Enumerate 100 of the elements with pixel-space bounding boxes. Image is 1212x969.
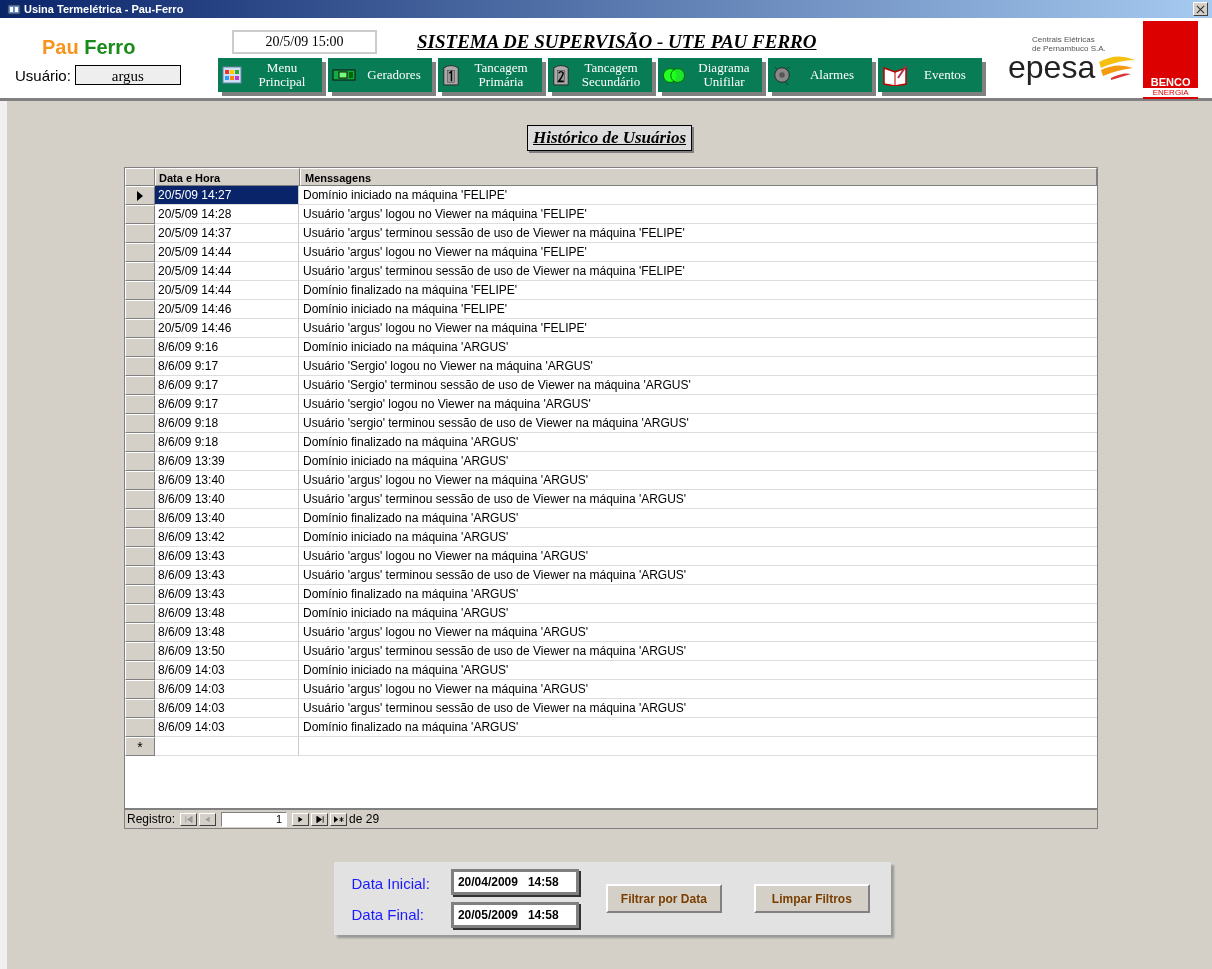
table-cell: 8/6/09 14:03 — [155, 718, 299, 737]
next-record-icon — [297, 815, 305, 823]
table-cell: Usuário 'Sergio' logou no Viewer na máquina 'ARGUS' — [299, 357, 1097, 376]
table-cell: Usuário 'sergio' logou no Viewer na máquina 'ARGUS' — [299, 395, 1097, 414]
table-cell: 20/5/09 14:44 — [155, 262, 299, 281]
table-cell: Usuário 'argus' logou no Viewer na máquina 'FELIPE' — [299, 243, 1097, 262]
page-title: Histórico de Usuários — [527, 124, 692, 151]
benco-logo: BENCO ENERGIA — [1143, 21, 1199, 99]
row-selector[interactable] — [125, 186, 155, 205]
previous-record-button[interactable] — [199, 812, 217, 826]
table-cell: 8/6/09 9:16 — [155, 338, 299, 357]
table-cell: 8/6/09 13:40 — [155, 509, 299, 528]
table-cell: Usuário 'argus' terminou sessão de uso de Viewer na máquina 'ARGUS' — [299, 642, 1097, 661]
column-header[interactable]: Data e Hora — [155, 168, 300, 186]
table-cell: 20/5/09 14:46 — [155, 319, 299, 338]
table-cell: Domínio iniciado na máquina 'ARGUS' — [299, 604, 1097, 623]
table-cell: Usuário 'argus' logou no Viewer na máquina 'ARGUS' — [299, 471, 1097, 490]
table-cell: Domínio finalizado na máquina 'ARGUS' — [299, 433, 1097, 452]
close-icon — [1196, 4, 1205, 14]
table-cell: Domínio iniciado na máquina 'ARGUS' — [299, 528, 1097, 547]
close-button[interactable] — [1193, 2, 1208, 16]
table-cell: 8/6/09 13:40 — [155, 490, 299, 509]
table-cell: Usuário 'argus' terminou sessão de uso de Viewer na máquina 'FELIPE' — [299, 224, 1097, 243]
tank-two-icon — [552, 63, 570, 87]
table-cell: Usuário 'Sergio' terminou sessão de uso de Viewer na máquina 'ARGUS' — [299, 376, 1097, 395]
table-cell: Usuário 'argus' terminou sessão de uso de Viewer na máquina 'ARGUS' — [299, 699, 1097, 718]
row-pointer-icon — [137, 190, 143, 201]
table-cell: Usuário 'argus' logou no Viewer na máquina 'ARGUS' — [299, 680, 1097, 699]
start-date-field[interactable]: 20/04/2009 14:58 — [450, 869, 579, 895]
start-date-label: Data Inicial: — [351, 874, 430, 892]
table-cell: Domínio finalizado na máquina 'FELIPE' — [299, 281, 1097, 300]
table-cell: Usuário 'argus' terminou sessão de uso de Viewer na máquina 'ARGUS' — [299, 490, 1097, 509]
table-cell: 8/6/09 14:03 — [155, 699, 299, 718]
table-cell: Domínio finalizado na máquina 'ARGUS' — [299, 718, 1097, 737]
table-cell: 8/6/09 13:43 — [155, 585, 299, 604]
clock-field: 20/5/09 15:00 — [232, 30, 377, 54]
table-cell: 8/6/09 13:43 — [155, 566, 299, 585]
new-record-icon — [333, 815, 344, 823]
last-record-icon — [315, 815, 324, 823]
table-cell: 20/5/09 14:44 — [155, 243, 299, 262]
table-cell: Usuário 'argus' terminou sessão de uso de Viewer na máquina 'FELIPE' — [299, 262, 1097, 281]
table-cell: 8/6/09 13:48 — [155, 604, 299, 623]
table-cell: 8/6/09 14:03 — [155, 680, 299, 699]
user-field: argus — [74, 65, 181, 85]
generator-icon — [332, 69, 356, 81]
window-title: Usina Termelétrica - Pau-Ferro — [24, 3, 184, 15]
filter-button[interactable]: Filtrar por Data — [605, 884, 722, 913]
table-cell: 8/6/09 14:03 — [155, 661, 299, 680]
table-cell: 8/6/09 9:18 — [155, 414, 299, 433]
table-cell: Usuário 'argus' terminou sessão de uso de Viewer na máquina 'ARGUS' — [299, 566, 1097, 585]
table-cell: Domínio iniciado na máquina 'FELIPE' — [299, 186, 1097, 205]
table-cell: 20/5/09 14:28 — [155, 205, 299, 224]
table-cell: 20/5/09 14:44 — [155, 281, 299, 300]
table-cell: 8/6/09 9:17 — [155, 376, 299, 395]
window-icon — [7, 3, 21, 15]
end-date-field[interactable]: 20/05/2009 14:58 — [450, 902, 579, 928]
table-cell: 8/6/09 9:17 — [155, 395, 299, 414]
first-record-icon — [184, 815, 193, 823]
table-cell: 20/5/09 14:27 — [155, 186, 299, 205]
grid-icon — [222, 66, 242, 84]
record-label: Registro: — [127, 812, 176, 826]
record-field[interactable]: 1 — [221, 811, 288, 827]
table-cell: 8/6/09 13:50 — [155, 642, 299, 661]
first-record-button[interactable] — [180, 812, 198, 826]
table-cell: Usuário 'argus' logou no Viewer na máquina 'ARGUS' — [299, 623, 1097, 642]
user-label: Usuário: — [15, 66, 71, 84]
table-cell: 8/6/09 13:40 — [155, 471, 299, 490]
circles-icon — [662, 66, 686, 84]
table-cell: 8/6/09 9:18 — [155, 433, 299, 452]
table-cell: 20/5/09 14:37 — [155, 224, 299, 243]
table-cell: Domínio iniciado na máquina 'ARGUS' — [299, 338, 1097, 357]
system-title: SISTEMA DE SUPERVISÃO - UTE PAU FERRO — [417, 31, 817, 53]
previous-record-icon — [204, 815, 212, 823]
brand-word: Ferro — [84, 36, 136, 58]
table-cell: 8/6/09 13:39 — [155, 452, 299, 471]
clear-filters-button[interactable]: Limpar Filtros — [753, 884, 870, 913]
table-cell: Domínio finalizado na máquina 'ARGUS' — [299, 509, 1097, 528]
last-record-button[interactable] — [311, 812, 329, 826]
table-cell: Domínio iniciado na máquina 'ARGUS' — [299, 661, 1097, 680]
brand-word: Pau — [42, 36, 79, 58]
table-cell: Usuário 'sergio' terminou sessão de uso de Viewer na máquina 'ARGUS' — [299, 414, 1097, 433]
new-row-marker: * — [125, 737, 155, 756]
table-cell: 8/6/09 13:48 — [155, 623, 299, 642]
table-cell: 8/6/09 9:17 — [155, 357, 299, 376]
next-record-button[interactable] — [292, 812, 310, 826]
table-cell: 20/5/09 14:46 — [155, 300, 299, 319]
table-cell: Usuário 'argus' logou no Viewer na máquina 'FELIPE' — [299, 319, 1097, 338]
book-icon — [882, 64, 908, 86]
end-date-label: Data Final: — [351, 905, 426, 923]
table-cell: 8/6/09 13:43 — [155, 547, 299, 566]
table-cell: 8/6/09 13:42 — [155, 528, 299, 547]
record-count: de 29 — [349, 812, 380, 826]
table-cell: Usuário 'argus' logou no Viewer na máquina 'FELIPE' — [299, 205, 1097, 224]
table-cell: Domínio finalizado na máquina 'ARGUS' — [299, 585, 1097, 604]
tank-one-icon — [442, 63, 460, 87]
column-header[interactable]: Menssagens — [300, 168, 1097, 186]
table-cell: Usuário 'argus' logou no Viewer na máquina 'ARGUS' — [299, 547, 1097, 566]
table-cell: Domínio iniciado na máquina 'FELIPE' — [299, 300, 1097, 319]
table-cell: Domínio iniciado na máquina 'ARGUS' — [299, 452, 1097, 471]
new-record-button[interactable] — [330, 812, 348, 826]
